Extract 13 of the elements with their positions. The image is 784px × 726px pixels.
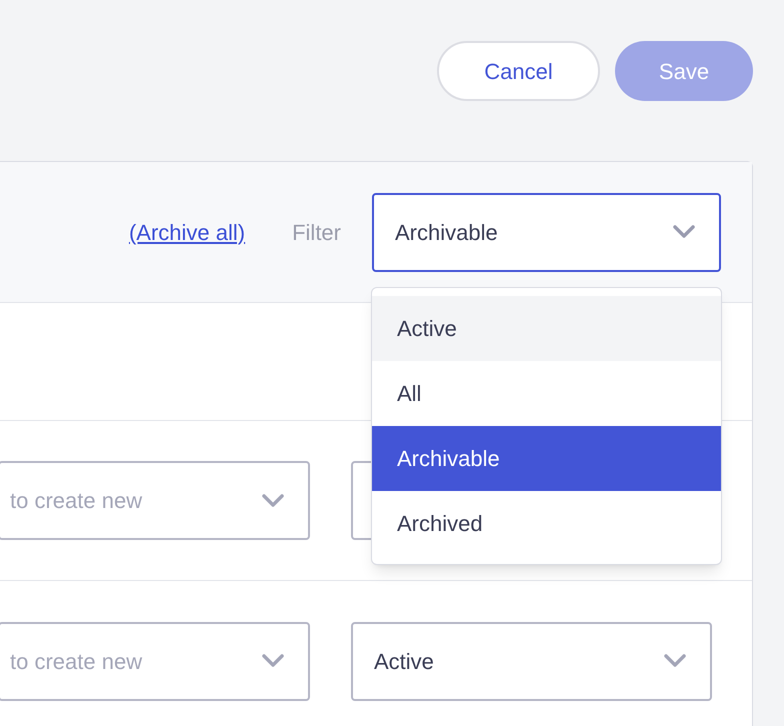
chevron-down-icon	[262, 654, 284, 668]
cancel-button[interactable]: Cancel	[437, 41, 600, 101]
chevron-down-icon	[673, 225, 695, 239]
filter-option[interactable]: All	[372, 361, 721, 426]
filter-select[interactable]: Archivable	[372, 192, 721, 272]
chevron-down-icon	[262, 494, 284, 508]
select-field[interactable]: Active	[351, 622, 712, 700]
filter-option[interactable]: Archivable	[372, 426, 721, 491]
filter-option[interactable]: Active	[372, 296, 721, 361]
archive-all-link[interactable]: (Archive all)	[128, 216, 246, 248]
filter-option[interactable]: Archived	[372, 491, 721, 556]
filter-label: Filter	[292, 218, 341, 246]
chevron-down-icon	[664, 654, 686, 668]
